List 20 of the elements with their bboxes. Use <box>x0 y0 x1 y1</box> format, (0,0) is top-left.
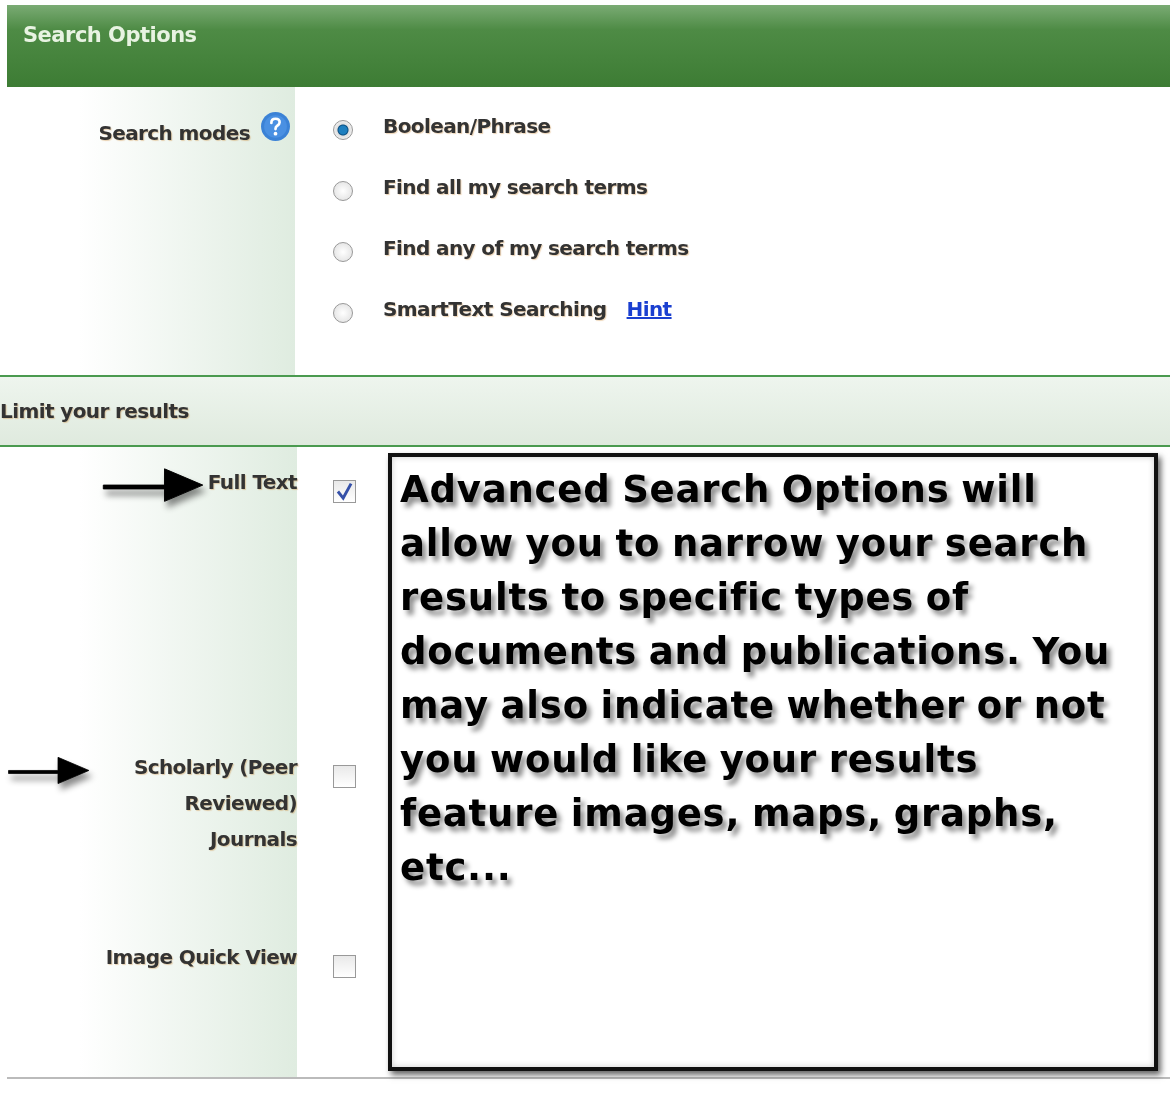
limiter-label: Image Quick View <box>105 944 297 971</box>
radio-button[interactable] <box>333 241 353 262</box>
limiter-label: Full Text <box>207 469 297 496</box>
option-label[interactable]: Boolean/Phrase <box>383 113 551 138</box>
option-label[interactable]: Find all my search terms <box>383 174 648 199</box>
limiter-label: Scholarly (Peer Reviewed) Journals <box>132 754 297 853</box>
checkbox[interactable] <box>333 480 356 503</box>
section-title: Search Options <box>23 23 197 47</box>
callout-text: Advanced Search Options will allow you to narrow your search results to specific types of documents and publications. You may also indicate whether or not you would like your results feature images, maps, graphs, etc... <box>400 467 1112 891</box>
help-icon[interactable] <box>260 111 291 142</box>
option-label[interactable]: Find any of my search terms <box>383 235 689 260</box>
field-label: Search modes <box>98 121 250 145</box>
checkbox[interactable] <box>333 765 356 788</box>
radio-button[interactable] <box>333 180 353 201</box>
section-title: Limit your results <box>0 399 189 423</box>
radio-button[interactable] <box>333 119 353 140</box>
option-label[interactable]: SmartText Searching <box>383 296 607 321</box>
hint-link[interactable]: Hint <box>626 296 672 321</box>
radio-button[interactable] <box>333 302 353 323</box>
checkbox[interactable] <box>333 955 356 978</box>
